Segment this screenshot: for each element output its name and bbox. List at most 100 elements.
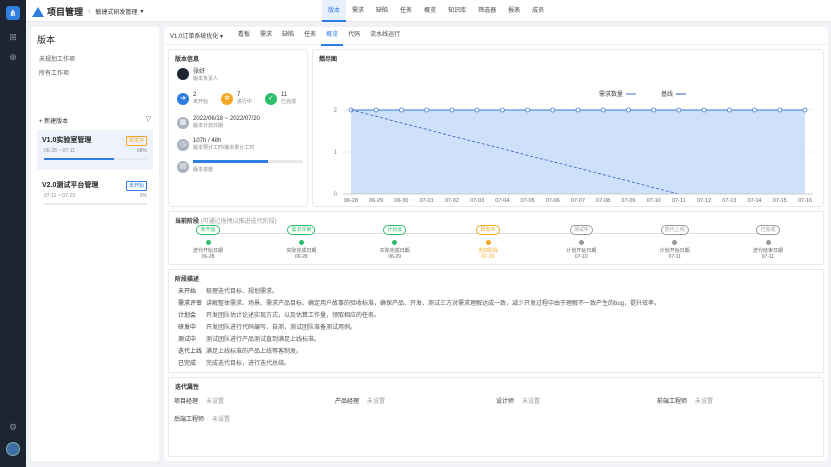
attr-value: 未设置 bbox=[367, 399, 386, 405]
stage-dot bbox=[672, 240, 678, 245]
stage-item[interactable]: 迭代上线 计划开始日期 07-11 bbox=[645, 225, 705, 260]
stage-item[interactable]: 已完成 迭代结束日期 07-11 bbox=[738, 225, 798, 260]
topnav-item-6[interactable]: 筛选器 bbox=[472, 0, 502, 22]
stage-item[interactable]: 未开始 迭代开始日期 06-28 bbox=[178, 225, 238, 260]
stage-item[interactable]: 研发中 当前阶段 07-29 bbox=[458, 225, 518, 260]
owner-label: 版本负责人 bbox=[193, 76, 219, 82]
topnav-item-8[interactable]: 成员 bbox=[526, 0, 550, 22]
topnav-item-5[interactable]: 知识库 bbox=[442, 0, 472, 22]
data-point bbox=[449, 107, 455, 113]
app-logo-icon[interactable]: ⋔ bbox=[6, 6, 20, 20]
stage-chip: 未开始 bbox=[196, 225, 220, 235]
tab-5[interactable]: 代码 bbox=[343, 26, 365, 46]
attrs-title: 迭代属性 bbox=[175, 385, 200, 391]
x-tick-label: 06-28 bbox=[344, 198, 358, 204]
desc-stage: 计划会 bbox=[178, 313, 197, 319]
version-selector[interactable]: V1.0订单系统优化 ▾ bbox=[170, 31, 223, 40]
version-dates: 07-11 ~ 07-23 bbox=[44, 193, 75, 199]
chevron-down-icon[interactable]: ▾ bbox=[140, 8, 143, 15]
iteration-attributes-panel: 迭代属性 项目经理 未设置 产品经理 未设置 设计师 未设置 前端工程师 未设置 后端工程师 未设… bbox=[168, 377, 824, 457]
status-badge: 未开始 bbox=[125, 181, 147, 191]
stage-dot bbox=[392, 240, 398, 245]
topnav-item-0[interactable]: 版本 bbox=[322, 0, 347, 22]
attr-field[interactable]: 产品经理 未设置 bbox=[335, 396, 385, 405]
topnav-item-7[interactable]: 报表 bbox=[502, 0, 526, 22]
calendar-icon: ▦ bbox=[177, 116, 189, 129]
x-tick-label: 07-16 bbox=[798, 198, 812, 204]
topnav-item-4[interactable]: 概览 bbox=[418, 0, 442, 22]
tab-1[interactable]: 需求 bbox=[255, 26, 277, 46]
data-point bbox=[777, 107, 783, 113]
stat-label: 未开始 bbox=[193, 99, 209, 105]
version-card[interactable]: V1.0实验室管理 研发中 06-28 ~ 07-11 68% bbox=[37, 130, 153, 170]
x-tick-label: 07-14 bbox=[748, 198, 762, 204]
x-tick-label: 07-04 bbox=[495, 198, 509, 204]
filter-icon[interactable]: ▽ bbox=[146, 115, 151, 123]
desc-row: 研发中 开发团队进行代码编写、自测，测试团队准备测试用例。 bbox=[178, 322, 356, 331]
link-all-items[interactable]: 所有工作项 bbox=[39, 68, 69, 77]
legend-label: 需求数量 bbox=[599, 90, 623, 98]
data-point bbox=[373, 107, 379, 113]
stage-date: 06-28 bbox=[294, 254, 308, 260]
topnav-item-1[interactable]: 需求 bbox=[346, 0, 370, 22]
attr-field[interactable]: 前端工程师 未设置 bbox=[657, 396, 713, 405]
top-bar: 项目管理 › 敏捷式研发管理 ▾ 版本 需求 缺陷 任务 概览 知识库 筛选器 报表 成员 bbox=[26, 0, 831, 22]
data-point bbox=[575, 107, 581, 113]
hours-row: ◷ 107h / 48h 版本预计工时/版本累计工时 bbox=[177, 138, 254, 151]
tab-2[interactable]: 缺陷 bbox=[277, 26, 299, 46]
attr-field[interactable]: 项目经理 未设置 bbox=[174, 396, 224, 405]
apps-grid-icon[interactable]: ⊞ bbox=[8, 32, 18, 42]
user-avatar[interactable] bbox=[6, 442, 20, 456]
attr-value: 未设置 bbox=[212, 417, 231, 423]
data-point bbox=[626, 107, 631, 113]
tab-6[interactable]: 流水线运行 bbox=[365, 26, 405, 46]
add-circle-icon[interactable]: ⊕ bbox=[8, 52, 18, 62]
desc-stage: 需求评审 bbox=[178, 301, 203, 307]
data-point bbox=[499, 107, 505, 113]
stage-item[interactable]: 计划会 实际完成日期 06-29 bbox=[365, 225, 425, 260]
x-tick-label: 07-01 bbox=[420, 198, 434, 204]
new-version-button[interactable]: + 新建版本 bbox=[39, 116, 68, 125]
area-fill bbox=[351, 110, 805, 194]
topnav-item-3[interactable]: 任务 bbox=[394, 0, 418, 22]
attr-value: 未设置 bbox=[206, 399, 225, 405]
attr-label: 后端工程师 bbox=[174, 417, 205, 423]
version-card[interactable]: V2.0测试平台管理 未开始 07-11 ~ 07-23 0% bbox=[37, 175, 153, 215]
stage-description-panel: 阶段描述 未开始 梳理迭代目标、规划需求。 需求评审 讲解整体需求、场景、需求产品目标… bbox=[168, 269, 824, 373]
topnav-item-2[interactable]: 缺陷 bbox=[370, 0, 394, 22]
x-tick-label: 07-09 bbox=[621, 198, 635, 204]
version-percent: 0% bbox=[139, 193, 147, 199]
project-selector[interactable]: 敏捷式研发管理 bbox=[95, 7, 137, 16]
tab-0[interactable]: 看板 bbox=[233, 26, 255, 46]
desc-title: 阶段描述 bbox=[175, 277, 200, 283]
data-point bbox=[752, 107, 757, 113]
tab-3[interactable]: 任务 bbox=[299, 26, 321, 46]
settings-gear-icon[interactable]: ⚙ bbox=[8, 422, 18, 432]
desc-text: 讲解整体需求、场景、需求产品目标、确定用户故事的验收标准，确保产品、开发、测试三… bbox=[206, 301, 661, 307]
brand-logo-icon bbox=[32, 6, 44, 17]
stage-title: 当前阶段 (可通过拖拽以推进迭代阶段) bbox=[175, 216, 277, 225]
burndown-chart: 0 1 2 06-28 06-29 06-30 07-01 07-02 07-03 07-04 07… bbox=[334, 90, 813, 204]
version-tabs: V1.0订单系统优化 ▾ 看板 需求 缺陷 任务 概览 代码 流水线运行 bbox=[164, 26, 828, 46]
attr-field[interactable]: 设计师 未设置 bbox=[496, 396, 540, 405]
desc-text: 开发团队进行代码编写、自测，测试团队准备测试用例。 bbox=[206, 325, 357, 331]
attr-label: 设计师 bbox=[496, 399, 515, 405]
burndown-panel: 燃尽图 0 1 2 06-28 06-29 06-30 07-01 07-02 07-03 07-… bbox=[312, 49, 824, 207]
stage-item[interactable]: 需求评审 实际完成日期 06-28 bbox=[271, 225, 331, 260]
data-point bbox=[676, 107, 682, 113]
stat-icon: ➜ bbox=[177, 92, 189, 105]
link-unplanned[interactable]: 未规划工作项 bbox=[39, 54, 75, 63]
progress-icon: ▤ bbox=[177, 160, 189, 173]
x-tick-label: 07-12 bbox=[697, 198, 711, 204]
clock-icon: ◷ bbox=[177, 138, 189, 151]
stage-item[interactable]: 测试中 计划开始日期 07-10 bbox=[551, 225, 611, 260]
x-tick-label: 07-02 bbox=[445, 198, 459, 204]
version-progress-bar bbox=[44, 158, 147, 160]
stat-label: 已完成 bbox=[281, 99, 297, 105]
tab-4[interactable]: 概览 bbox=[321, 26, 344, 46]
attr-field[interactable]: 后端工程师 未设置 bbox=[174, 414, 230, 423]
version-info-title: 版本信息 bbox=[175, 57, 200, 63]
version-percent: 68% bbox=[136, 148, 147, 154]
stage-dot bbox=[578, 240, 584, 245]
desc-stage: 已完成 bbox=[178, 361, 197, 367]
